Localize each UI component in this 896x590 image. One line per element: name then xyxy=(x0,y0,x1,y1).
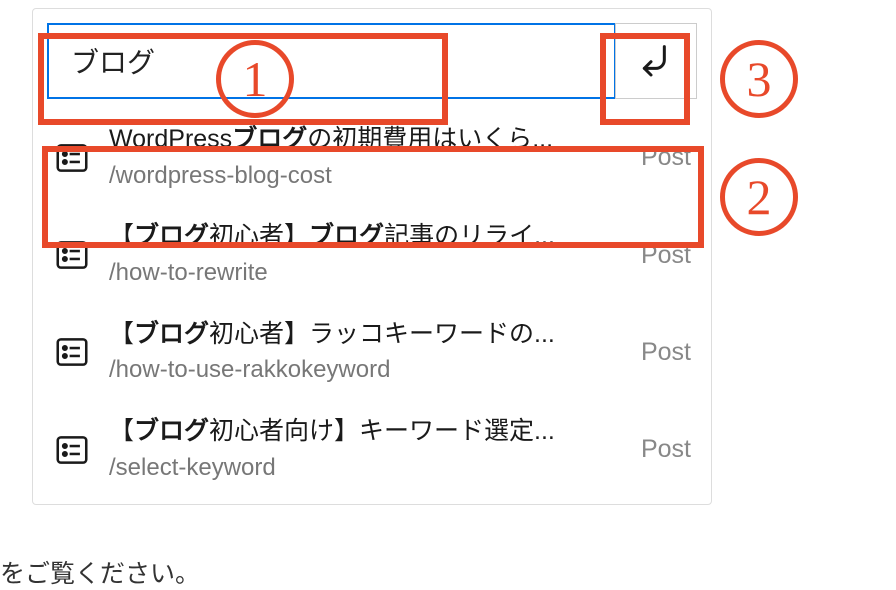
post-icon xyxy=(53,139,91,177)
result-type-label: Post xyxy=(641,143,691,172)
result-slug: /how-to-rewrite xyxy=(109,256,615,290)
result-title: 【ブログ初心者】ブログ記事のリライ... xyxy=(109,220,615,254)
result-slug: /wordpress-blog-cost xyxy=(109,159,615,193)
post-icon xyxy=(53,236,91,274)
result-title: 【ブログ初心者】ラッコキーワードの... xyxy=(109,318,615,352)
result-item[interactable]: WordPressブログの初期費用はいくら... /wordpress-blog… xyxy=(33,109,711,206)
result-item[interactable]: 【ブログ初心者】ブログ記事のリライ... /how-to-rewrite Pos… xyxy=(33,206,711,303)
link-search-panel: WordPressブログの初期費用はいくら... /wordpress-blog… xyxy=(32,8,712,505)
submit-button[interactable] xyxy=(615,23,697,99)
post-icon xyxy=(53,333,91,371)
result-title: 【ブログ初心者向け】キーワード選定... xyxy=(109,415,615,449)
search-input[interactable] xyxy=(47,23,616,99)
result-body: 【ブログ初心者向け】キーワード選定... /select-keyword xyxy=(109,415,615,484)
annotation-circle-3: 3 xyxy=(720,40,798,118)
result-item[interactable]: 【ブログ初心者向け】キーワード選定... /select-keyword Pos… xyxy=(33,401,711,498)
enter-arrow-icon xyxy=(636,40,676,83)
result-type-label: Post xyxy=(641,241,691,270)
annotation-circle-2: 2 xyxy=(720,158,798,236)
search-row xyxy=(33,9,711,109)
result-body: 【ブログ初心者】ラッコキーワードの... /how-to-use-rakkoke… xyxy=(109,318,615,387)
result-title: WordPressブログの初期費用はいくら... xyxy=(109,123,615,157)
result-item[interactable]: 【ブログ初心者】ラッコキーワードの... /how-to-use-rakkoke… xyxy=(33,304,711,401)
result-type-label: Post xyxy=(641,338,691,367)
trailing-text: をご覧ください。 xyxy=(0,554,200,590)
result-list: WordPressブログの初期費用はいくら... /wordpress-blog… xyxy=(33,109,711,498)
post-icon xyxy=(53,431,91,469)
result-body: WordPressブログの初期費用はいくら... /wordpress-blog… xyxy=(109,123,615,192)
result-slug: /how-to-use-rakkokeyword xyxy=(109,353,615,387)
result-body: 【ブログ初心者】ブログ記事のリライ... /how-to-rewrite xyxy=(109,220,615,289)
result-slug: /select-keyword xyxy=(109,451,615,485)
result-type-label: Post xyxy=(641,435,691,464)
